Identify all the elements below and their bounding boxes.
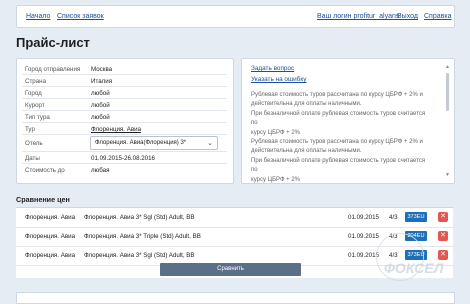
- compare-desc: Флоренция. Авиа 3* Sgl (Std) Adult, BB: [84, 214, 195, 221]
- compare-section-title: Сравнение цен: [16, 195, 70, 204]
- compare-tour: Флоренция. Авиа: [25, 233, 76, 240]
- tour-link[interactable]: Флоренция. Авиа: [91, 126, 141, 133]
- compare-button[interactable]: Сравнить: [160, 263, 301, 276]
- notes-panel: Задать вопрос Указать на ошибку Рублевая…: [241, 58, 455, 184]
- nav-help-link[interactable]: Справка: [424, 13, 451, 20]
- compare-date: 01.09.2015: [348, 233, 379, 240]
- info-label: Город: [25, 90, 42, 97]
- scrollbar-thumb[interactable]: [446, 73, 449, 111]
- notes-line: действительна для оплаты наличными.: [251, 148, 362, 155]
- nav-requests-link[interactable]: Список заявок: [57, 13, 104, 20]
- info-value: 01.09.2015-26.08.2016: [91, 155, 155, 162]
- info-value: любой: [91, 114, 110, 121]
- notes-line: действительна для оплаты наличными.: [251, 101, 362, 108]
- compare-tour: Флоренция. Авиа: [25, 214, 76, 221]
- chevron-down-icon: ⌄: [207, 140, 213, 147]
- info-row: Отель Флоренция. Авиа(Флоренция) 3* ⌄: [22, 135, 227, 152]
- scroll-up-icon[interactable]: ▲: [445, 64, 450, 70]
- delete-icon[interactable]: ✕: [438, 250, 448, 260]
- info-label: Курорт: [25, 102, 45, 109]
- compare-nights: 4/3: [389, 252, 398, 259]
- info-value: Москва: [91, 66, 113, 73]
- info-row: Курорт любой: [22, 99, 227, 111]
- nav-logout-link[interactable]: Выход: [397, 13, 418, 20]
- info-label: Страна: [25, 78, 47, 85]
- info-label: Тип тура: [25, 114, 50, 121]
- compare-date: 01.09.2015: [348, 214, 379, 221]
- notes-links: Задать вопрос Указать на ошибку: [251, 65, 306, 87]
- hotel-select[interactable]: Флоренция. Авиа(Флоренция) 3* ⌄: [90, 136, 218, 150]
- info-row: Стоимость до любая: [22, 164, 227, 175]
- info-row: Город отправления Москва: [22, 63, 227, 75]
- info-row: Страна Италия: [22, 75, 227, 87]
- compare-nights: 4/3: [389, 214, 398, 221]
- nav-login-link[interactable]: Ваш логин profitur_alyans: [317, 13, 399, 20]
- notes-text: Рублевая стоимость туров рассчитана по к…: [251, 91, 433, 185]
- top-nav-bar: Начало Список заявок Ваш логин profitur_…: [16, 5, 455, 28]
- notes-line: При безналичной оплате рублевая стоимост…: [251, 110, 426, 127]
- notes-line: Рублевая стоимость туров рассчитана по к…: [251, 139, 423, 146]
- info-label: Отель: [25, 140, 43, 147]
- hotel-select-value: Флоренция. Авиа(Флоренция) 3*: [95, 140, 187, 146]
- info-row: Тур Флоренция. Авиа: [22, 123, 227, 135]
- scroll-down-icon[interactable]: ▼: [445, 172, 450, 178]
- price-badge[interactable]: 373EU: [405, 250, 427, 260]
- info-value: Италия: [91, 78, 113, 85]
- delete-icon[interactable]: ✕: [438, 212, 448, 222]
- info-label: Тур: [25, 126, 35, 133]
- nav-home-link[interactable]: Начало: [26, 13, 50, 20]
- info-value: любая: [91, 167, 110, 174]
- notes-line: курсу ЦБРФ + 2%: [251, 129, 301, 136]
- info-row: Город любой: [22, 87, 227, 99]
- info-label: Даты: [25, 155, 40, 162]
- report-error-link[interactable]: Указать на ошибку: [251, 76, 306, 83]
- compare-tour: Флоренция. Авиа: [25, 252, 76, 259]
- compare-desc: Флоренция. Авиа 3* Sgl (Std) Adult, BB: [84, 252, 195, 259]
- ask-question-link[interactable]: Задать вопрос: [251, 65, 306, 72]
- info-row: Тип тура любой: [22, 111, 227, 123]
- info-value: любой: [91, 90, 110, 97]
- info-row: Даты 01.09.2015-26.08.2016: [22, 152, 227, 164]
- bottom-panel: [16, 292, 455, 304]
- delete-icon[interactable]: ✕: [438, 231, 448, 241]
- notes-line: курсу ЦБРФ + 2%: [251, 176, 301, 183]
- compare-nights: 4/3: [389, 233, 398, 240]
- notes-line: Рублевая стоимость туров рассчитана по к…: [251, 92, 423, 98]
- compare-desc: Флоренция. Авиа 3* Triple (Std) Adult, B…: [84, 233, 201, 240]
- tour-info-panel: Город отправления Москва Страна Италия Г…: [16, 58, 234, 184]
- price-badge[interactable]: 204EU: [405, 231, 427, 241]
- info-label: Город отправления: [25, 66, 81, 73]
- info-value: любой: [91, 102, 110, 109]
- compare-row: Флоренция. Авиа Флоренция. Авиа 3* Sgl (…: [16, 209, 453, 228]
- info-label: Стоимость до: [25, 167, 65, 174]
- notes-scrollbar[interactable]: ▲ ▼: [445, 64, 450, 178]
- compare-row: Флоренция. Авиа Флоренция. Авиа 3* Tripl…: [16, 228, 453, 247]
- compare-date: 01.09.2015: [348, 252, 379, 259]
- page-title: Прайс-лист: [16, 35, 90, 50]
- notes-line: При безналичной оплате рублевая стоимост…: [251, 157, 426, 174]
- price-badge[interactable]: 373EU: [405, 212, 427, 222]
